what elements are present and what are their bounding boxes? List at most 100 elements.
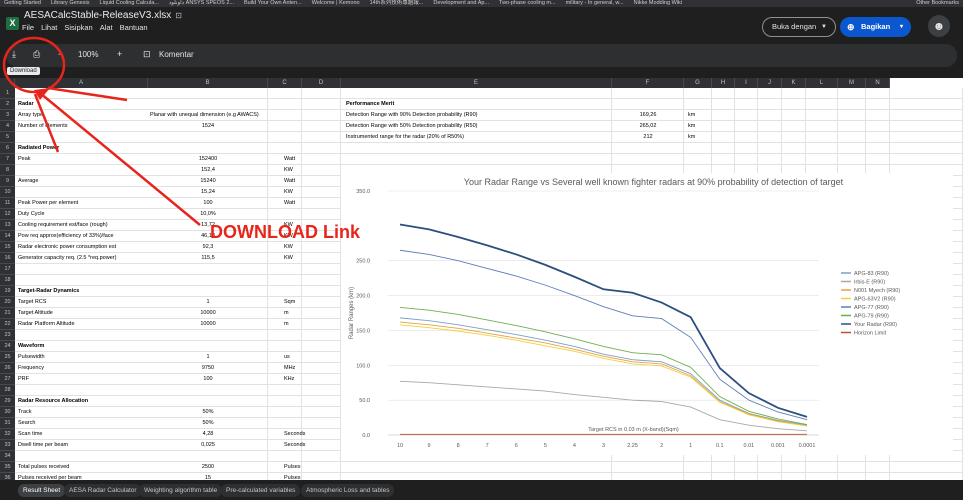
column-header[interactable]: B bbox=[148, 78, 268, 88]
column-header[interactable]: E bbox=[341, 78, 612, 88]
cell-label[interactable]: Peak bbox=[18, 154, 146, 165]
cell-unit[interactable]: KW bbox=[284, 165, 324, 176]
row-header[interactable]: 27 bbox=[0, 374, 15, 385]
row-header[interactable]: 18 bbox=[0, 275, 15, 286]
row-header[interactable]: 17 bbox=[0, 264, 15, 275]
cell-label[interactable]: Radar bbox=[18, 99, 146, 110]
cell-label[interactable]: Target-Radar Dynamics bbox=[18, 286, 146, 297]
performance-unit[interactable]: km bbox=[688, 132, 708, 143]
cell-unit[interactable]: Seconds bbox=[284, 440, 324, 451]
cell-label[interactable]: Generator capacity req. (2.5 *req.power) bbox=[18, 253, 146, 264]
column-header[interactable]: K bbox=[782, 78, 806, 88]
zoom-level[interactable]: 100% bbox=[78, 50, 98, 59]
row-header[interactable]: 11 bbox=[0, 198, 15, 209]
cell-unit[interactable] bbox=[284, 418, 324, 429]
cell-value[interactable]: 92,3 bbox=[150, 242, 266, 253]
cell-label[interactable]: Scan time bbox=[18, 429, 146, 440]
cell-value[interactable]: 9750 bbox=[150, 363, 266, 374]
cell-unit[interactable]: KW bbox=[284, 253, 324, 264]
cell-unit[interactable]: Sqm bbox=[284, 297, 324, 308]
row-header[interactable]: 2 bbox=[0, 99, 15, 110]
cell-value[interactable]: 50% bbox=[150, 418, 266, 429]
bookmark-item[interactable]: 14th系列技術專題報... bbox=[370, 0, 424, 7]
row-header[interactable]: 16 bbox=[0, 253, 15, 264]
bookmark-item[interactable]: داونلود ANSYS SPEOS 2... bbox=[169, 0, 234, 7]
comment-button[interactable]: Komentar bbox=[159, 50, 194, 59]
row-header[interactable]: 26 bbox=[0, 363, 15, 374]
bookmark-item[interactable]: military - In general, w... bbox=[566, 0, 624, 7]
cell-value[interactable]: 10000 bbox=[150, 319, 266, 330]
download-icon[interactable]: ⤓ bbox=[12, 49, 16, 60]
cell-label[interactable]: Pow req approx(efficiency of 33%)/face bbox=[18, 231, 146, 242]
bookmark-item[interactable]: Getting Started bbox=[4, 0, 41, 7]
cell-value[interactable]: 100 bbox=[150, 374, 266, 385]
column-header[interactable]: L bbox=[806, 78, 838, 88]
cell-label[interactable]: Track bbox=[18, 407, 146, 418]
cell-unit[interactable]: us bbox=[284, 352, 324, 363]
cell-value[interactable]: 115,5 bbox=[150, 253, 266, 264]
cell-label[interactable]: Target RCS bbox=[18, 297, 146, 308]
avatar-icon[interactable]: ☻ bbox=[928, 15, 950, 37]
open-with-button[interactable]: Buka dengan ▼ bbox=[762, 17, 836, 37]
column-header[interactable]: H bbox=[712, 78, 735, 88]
cell-value[interactable]: Planar with unequal dimension (e.g AWACS… bbox=[150, 110, 266, 121]
row-header[interactable]: 8 bbox=[0, 165, 15, 176]
cell-unit[interactable]: m bbox=[284, 319, 324, 330]
row-header[interactable]: 30 bbox=[0, 407, 15, 418]
row-header[interactable]: 14 bbox=[0, 231, 15, 242]
performance-title[interactable]: Performance Merit bbox=[346, 99, 606, 110]
cell-label[interactable]: Duty Cycle bbox=[18, 209, 146, 220]
row-header[interactable]: 13 bbox=[0, 220, 15, 231]
performance-value[interactable]: 265,02 bbox=[612, 121, 684, 132]
bookmark-item[interactable]: Two-phase cooling m... bbox=[499, 0, 556, 7]
cell-label[interactable]: Cooling requirement est/face (rough) bbox=[18, 220, 146, 231]
cell-unit[interactable]: Watt bbox=[284, 154, 324, 165]
cell-label[interactable]: Number of elements bbox=[18, 121, 146, 132]
sheet-tab-weighting-algorithm-table[interactable]: Weighting algorithm table bbox=[139, 484, 223, 497]
cell-label[interactable]: Radar Platform Altitude bbox=[18, 319, 146, 330]
row-header[interactable]: 31 bbox=[0, 418, 15, 429]
row-header[interactable]: 6 bbox=[0, 143, 15, 154]
cell-unit[interactable]: Seconds bbox=[284, 429, 324, 440]
menu-sisipkan[interactable]: Sisipkan bbox=[64, 23, 92, 32]
cell-value[interactable] bbox=[150, 286, 266, 297]
cell-unit[interactable] bbox=[284, 143, 324, 154]
cell-unit[interactable]: Watt bbox=[284, 198, 324, 209]
column-header[interactable]: A bbox=[15, 78, 148, 88]
cell-value[interactable]: 1 bbox=[150, 352, 266, 363]
cell-value[interactable]: 50% bbox=[150, 407, 266, 418]
cell-unit[interactable] bbox=[284, 396, 324, 407]
cell-unit[interactable]: MHz bbox=[284, 363, 324, 374]
cell-label[interactable]: Total pulses received bbox=[18, 462, 146, 473]
bookmark-item[interactable]: Build Your Own Anten... bbox=[244, 0, 302, 7]
cell-value[interactable]: 15 bbox=[150, 473, 266, 480]
cell-label[interactable]: Dwell time per beam bbox=[18, 440, 146, 451]
cell-unit[interactable] bbox=[284, 209, 324, 220]
row-header[interactable]: 28 bbox=[0, 385, 15, 396]
print-icon[interactable]: ⎙ bbox=[33, 49, 40, 60]
bookmark-item[interactable]: Nikke Modding Wiki bbox=[634, 0, 682, 7]
column-header[interactable]: C bbox=[268, 78, 302, 88]
row-header[interactable]: 1 bbox=[0, 88, 15, 99]
zoom-out-icon[interactable]: − bbox=[58, 49, 63, 59]
cell-value[interactable] bbox=[150, 341, 266, 352]
cell-label[interactable] bbox=[18, 165, 146, 176]
column-header[interactable]: D bbox=[302, 78, 341, 88]
performance-label[interactable]: Instrumented range for the radar (20% of… bbox=[346, 132, 608, 143]
sheet-grid[interactable]: A B C D E F G H I J K L M N 1 2 3 4 5 6 7 8 9 10 11 12 13 14 15 16 17 1… bbox=[0, 78, 963, 480]
cell-value[interactable]: 152,4 bbox=[150, 165, 266, 176]
row-header[interactable]: 23 bbox=[0, 330, 15, 341]
cell-unit[interactable] bbox=[284, 99, 324, 110]
cell-label[interactable]: PRF bbox=[18, 374, 146, 385]
menu-lihat[interactable]: Lihat bbox=[41, 23, 57, 32]
performance-unit[interactable]: km bbox=[688, 110, 708, 121]
comment-icon[interactable]: ⊡ bbox=[143, 49, 151, 60]
cell-value[interactable]: 10000 bbox=[150, 308, 266, 319]
performance-value[interactable]: 169,26 bbox=[612, 110, 684, 121]
row-header[interactable]: 24 bbox=[0, 341, 15, 352]
performance-label[interactable]: Detection Range with 90% Detection proba… bbox=[346, 110, 608, 121]
cell-label[interactable]: Frequency bbox=[18, 363, 146, 374]
column-header[interactable]: G bbox=[684, 78, 712, 88]
cell-value[interactable]: 152400 bbox=[150, 154, 266, 165]
cell-unit[interactable] bbox=[284, 407, 324, 418]
